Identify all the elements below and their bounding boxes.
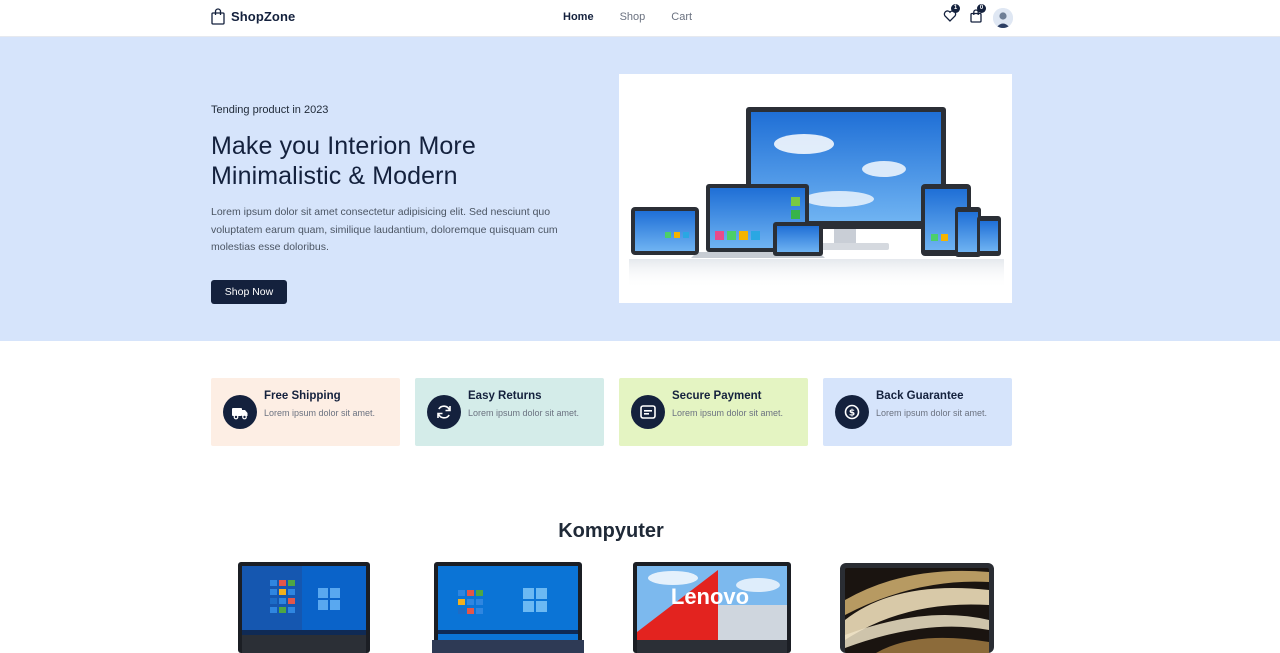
wishlist-button[interactable]: 1 bbox=[940, 4, 960, 26]
user-avatar[interactable] bbox=[993, 8, 1013, 28]
laptop-image bbox=[840, 563, 994, 653]
wishlist-count-badge: 1 bbox=[951, 4, 960, 13]
devices-illustration bbox=[629, 107, 1004, 289]
feature-title: Free Shipping bbox=[264, 390, 341, 402]
shop-now-button[interactable]: Shop Now bbox=[211, 280, 287, 304]
card-icon bbox=[631, 395, 665, 429]
feature-description: Lorem ipsum dolor sit amet. bbox=[876, 408, 988, 418]
feature-title: Easy Returns bbox=[468, 390, 542, 402]
feature-card-free-shipping: Free Shipping Lorem ipsum dolor sit amet… bbox=[211, 378, 400, 446]
user-avatar-icon bbox=[993, 8, 1013, 28]
svg-text:$: $ bbox=[849, 408, 855, 418]
feature-card-secure-payment: Secure Payment Lorem ipsum dolor sit ame… bbox=[619, 378, 808, 446]
cart-count-badge: 0 bbox=[977, 4, 986, 13]
cart-button[interactable]: 0 bbox=[966, 4, 986, 26]
section-title: Kompyuter bbox=[558, 520, 664, 542]
hero-eyebrow: Tending product in 2023 bbox=[211, 104, 329, 116]
navbar: ShopZone Home Shop Cart 1 0 bbox=[0, 0, 1280, 37]
hero-devices-image bbox=[619, 74, 1012, 303]
feature-card-easy-returns: Easy Returns Lorem ipsum dolor sit amet. bbox=[415, 378, 604, 446]
feature-card-back-guarantee: $ Back Guarantee Lorem ipsum dolor sit a… bbox=[823, 378, 1012, 446]
shopping-bag-icon bbox=[211, 8, 225, 25]
screen-brand-text: Lenovo bbox=[671, 584, 749, 609]
nav-home[interactable]: Home bbox=[563, 11, 594, 23]
feature-description: Lorem ipsum dolor sit amet. bbox=[672, 408, 784, 418]
refresh-icon bbox=[427, 395, 461, 429]
product-card[interactable] bbox=[836, 560, 998, 653]
brand-logo[interactable]: ShopZone bbox=[211, 8, 295, 25]
features-row: Free Shipping Lorem ipsum dolor sit amet… bbox=[211, 378, 1012, 446]
laptop-image bbox=[238, 562, 370, 653]
main-nav: Home Shop Cart bbox=[563, 11, 718, 23]
feature-title: Secure Payment bbox=[672, 390, 762, 402]
feature-description: Lorem ipsum dolor sit amet. bbox=[468, 408, 580, 418]
brand-name: ShopZone bbox=[231, 9, 296, 24]
product-card[interactable] bbox=[230, 560, 380, 653]
hero-section: Tending product in 2023 Make you Interio… bbox=[0, 37, 1280, 341]
hero-description: Lorem ipsum dolor sit amet consectetur a… bbox=[211, 206, 558, 253]
feature-title: Back Guarantee bbox=[876, 390, 964, 402]
feature-description: Lorem ipsum dolor sit amet. bbox=[264, 408, 376, 418]
hero-title-line-1: Make you Interion More bbox=[211, 132, 476, 160]
nav-shop[interactable]: Shop bbox=[620, 11, 646, 23]
money-back-icon: $ bbox=[835, 395, 869, 429]
product-card[interactable]: Lenovo bbox=[628, 560, 798, 653]
truck-icon bbox=[223, 395, 257, 429]
laptop-image: Lenovo bbox=[633, 562, 791, 653]
product-card[interactable] bbox=[428, 560, 588, 653]
hero-title-line-2: Minimalistic & Modern bbox=[211, 162, 458, 190]
hero-title: Make you Interion More Minimalistic & Mo… bbox=[211, 131, 591, 191]
nav-cart[interactable]: Cart bbox=[671, 11, 692, 23]
laptop-image bbox=[432, 562, 584, 653]
